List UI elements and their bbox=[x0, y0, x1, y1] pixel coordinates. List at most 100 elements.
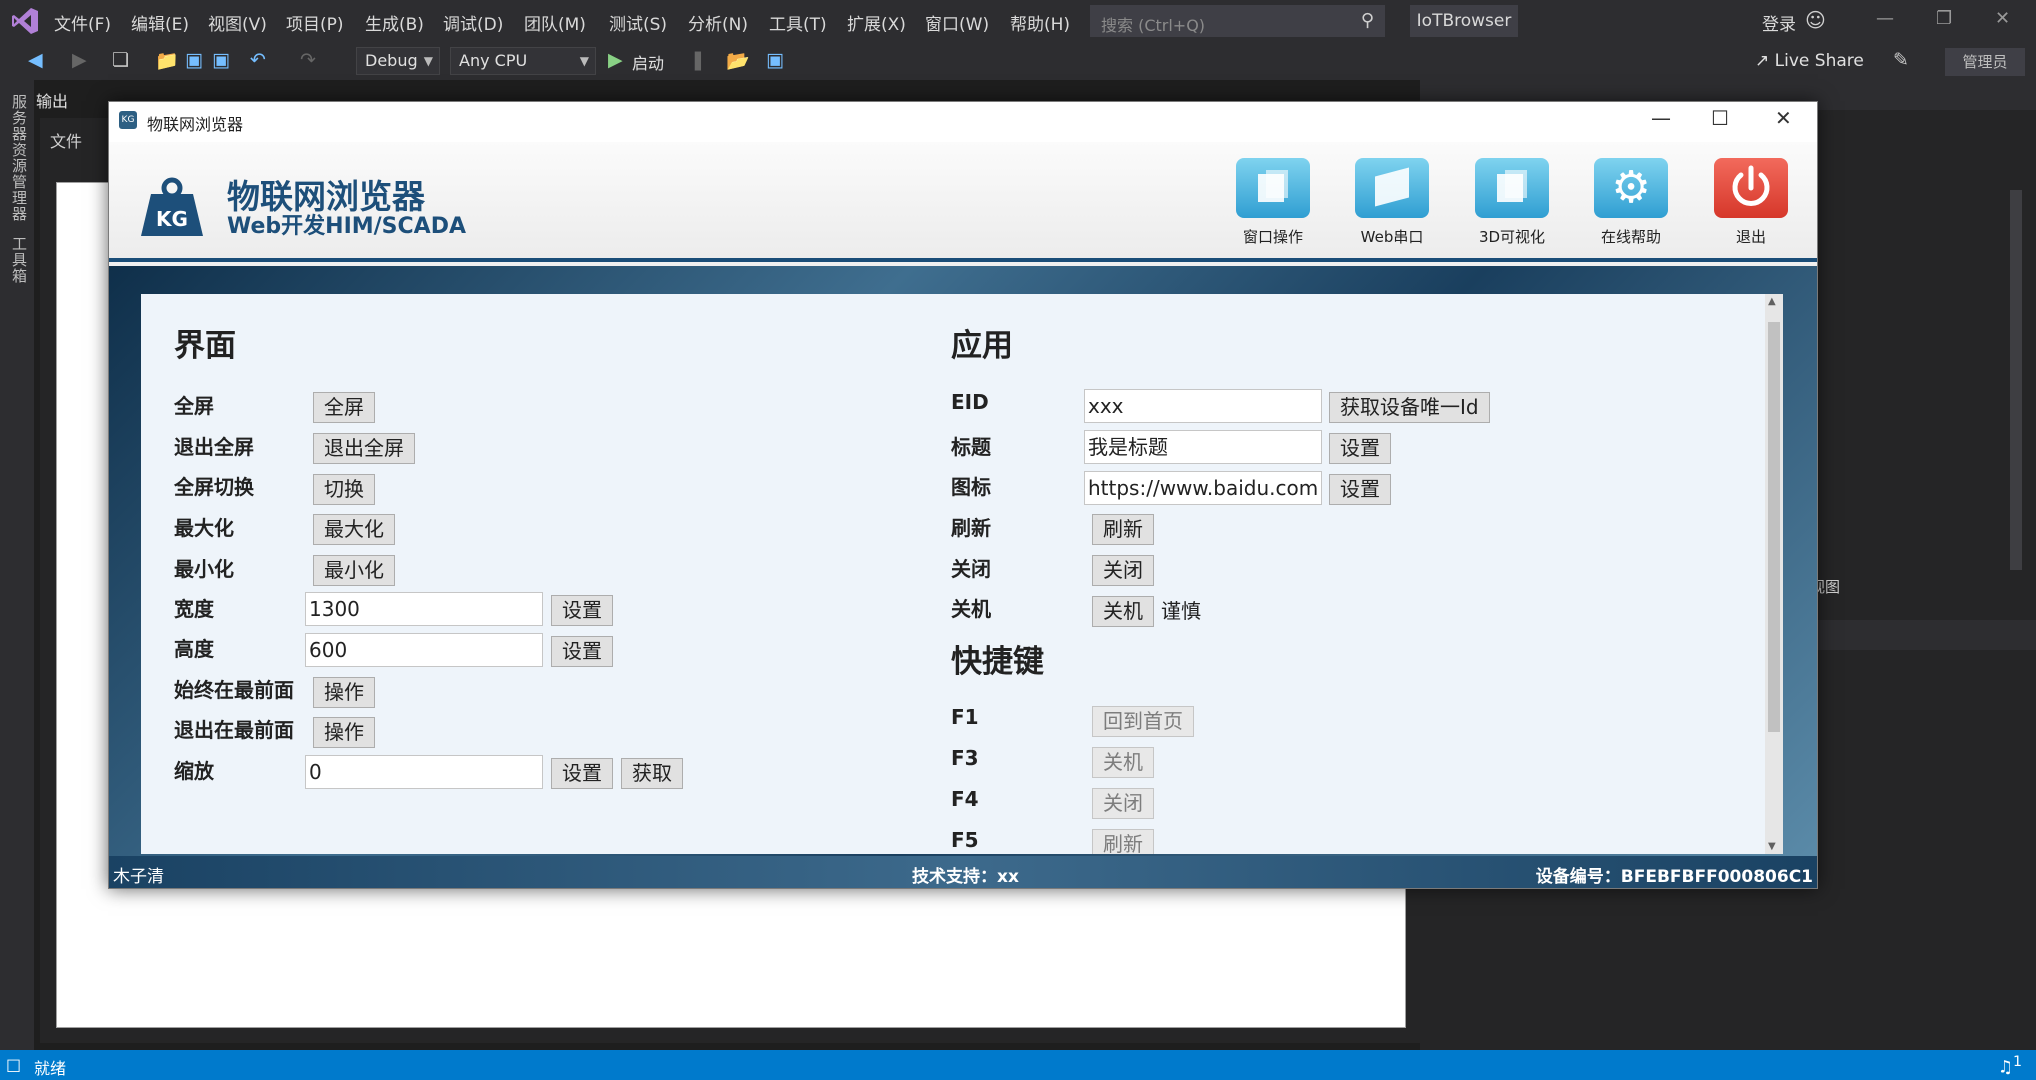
minimize-icon[interactable]: — bbox=[1876, 8, 1894, 29]
shortcut-refresh-button[interactable]: 刷新 bbox=[1092, 829, 1154, 854]
server-explorer-tab[interactable]: 服务器资源管理器 bbox=[9, 94, 30, 222]
content-scrollbar[interactable]: ▲ ▼ bbox=[1765, 294, 1783, 854]
shortcut-shutdown-button[interactable]: 关机 bbox=[1092, 747, 1154, 778]
exit-fullscreen-button[interactable]: 退出全屏 bbox=[313, 433, 415, 464]
scroll-up-icon[interactable]: ▲ bbox=[1768, 296, 1776, 307]
toggle-fullscreen-button[interactable]: 切换 bbox=[313, 474, 375, 505]
screenshot-icon[interactable]: ▣ bbox=[766, 49, 784, 71]
visual-studio-logo-icon[interactable] bbox=[10, 6, 40, 36]
serial-port-icon bbox=[1355, 158, 1429, 218]
person-icon[interactable]: ☺ bbox=[1805, 8, 1826, 32]
browse-folder-icon[interactable]: 📂 bbox=[726, 49, 750, 72]
zoom-get-button[interactable]: 获取 bbox=[621, 758, 683, 789]
3d-visual-icon bbox=[1475, 158, 1549, 218]
configuration-dropdown[interactable]: Debug ▼ bbox=[356, 47, 440, 75]
step-icon[interactable]: ❚ bbox=[690, 49, 706, 71]
title-set-button[interactable]: 设置 bbox=[1329, 433, 1391, 464]
iot-browser-window: KG 物联网浏览器 — ☐ ✕ KG 物联网浏览器 Web开发HIM/SCADA… bbox=[108, 101, 1818, 889]
refresh-button[interactable]: 刷新 bbox=[1092, 514, 1154, 545]
open-folder-icon[interactable]: 📁 bbox=[155, 49, 179, 72]
shutdown-caution-note: 谨慎 bbox=[1161, 599, 1201, 623]
output-tab[interactable]: 输出 bbox=[36, 88, 68, 112]
chevron-down-icon: ▼ bbox=[423, 54, 433, 68]
menu-view[interactable]: 视图(V) bbox=[208, 10, 267, 35]
online-help-label: 在线帮助 bbox=[1600, 228, 1661, 246]
minimize-button[interactable]: 最小化 bbox=[313, 555, 395, 586]
close-icon[interactable]: ✕ bbox=[1995, 8, 2010, 29]
window-ops-button[interactable]: 窗口操作 bbox=[1233, 158, 1313, 247]
menu-analyze[interactable]: 分析(N) bbox=[688, 10, 748, 35]
new-item-icon[interactable]: ❏ bbox=[112, 49, 129, 71]
share-icon: ↗ bbox=[1755, 51, 1775, 71]
menu-tools[interactable]: 工具(T) bbox=[769, 10, 827, 35]
width-set-button[interactable]: 设置 bbox=[551, 595, 613, 626]
3d-visual-button[interactable]: 3D可视化 bbox=[1472, 158, 1552, 247]
file-tab[interactable]: 文件 bbox=[50, 128, 82, 152]
exit-topmost-button[interactable]: 操作 bbox=[313, 717, 375, 748]
footer-device-id: 设备编号：BFEBFBFF000806C1 bbox=[1535, 867, 1813, 887]
icon-url-input[interactable]: https://www.baidu.com bbox=[1084, 471, 1322, 505]
shortcut-close-button[interactable]: 关闭 bbox=[1092, 788, 1154, 819]
start-icon[interactable]: ▶ bbox=[608, 49, 623, 71]
window-title: 物联网浏览器 bbox=[147, 115, 244, 134]
3d-visual-label: 3D可视化 bbox=[1478, 228, 1546, 246]
menu-build[interactable]: 生成(B) bbox=[365, 10, 424, 35]
scroll-down-icon[interactable]: ▼ bbox=[1768, 841, 1776, 852]
menu-test[interactable]: 测试(S) bbox=[609, 10, 667, 35]
save-icon[interactable]: ▣ bbox=[185, 49, 203, 71]
menu-team[interactable]: 团队(M) bbox=[524, 10, 586, 35]
forward-icon[interactable]: ▶ bbox=[72, 49, 87, 71]
web-serial-button[interactable]: Web串口 bbox=[1352, 158, 1432, 247]
menu-help[interactable]: 帮助(H) bbox=[1010, 10, 1070, 35]
save-all-icon[interactable]: ▣ bbox=[212, 49, 230, 71]
topmost-button[interactable]: 操作 bbox=[313, 677, 375, 708]
start-button[interactable]: 启动 bbox=[632, 50, 664, 74]
maximize-button[interactable]: 最大化 bbox=[313, 514, 395, 545]
platform-dropdown[interactable]: Any CPU ▼ bbox=[450, 47, 596, 75]
app-icon: KG bbox=[119, 111, 137, 129]
login-link[interactable]: 登录 bbox=[1762, 10, 1796, 35]
toolbox-tab[interactable]: 工具箱 bbox=[9, 236, 30, 284]
refresh-label: 刷新 bbox=[951, 516, 991, 540]
get-device-id-button[interactable]: 获取设备唯一Id bbox=[1329, 392, 1490, 423]
menu-project[interactable]: 项目(P) bbox=[286, 10, 344, 35]
close-button[interactable]: 关闭 bbox=[1092, 555, 1154, 586]
right-panel-scrollbar[interactable] bbox=[2010, 190, 2022, 570]
redo-icon[interactable]: ↷ bbox=[300, 49, 316, 71]
shutdown-button[interactable]: 关机 bbox=[1092, 596, 1154, 627]
scrollbar-thumb[interactable] bbox=[1768, 322, 1780, 732]
menu-file[interactable]: 文件(F) bbox=[54, 10, 111, 35]
live-share-button[interactable]: ↗ Live Share bbox=[1755, 51, 1864, 71]
eid-input[interactable]: xxx bbox=[1084, 389, 1322, 423]
menu-debug[interactable]: 调试(D) bbox=[443, 10, 503, 35]
width-label: 宽度 bbox=[174, 597, 214, 621]
height-set-button[interactable]: 设置 bbox=[551, 636, 613, 667]
icon-set-button[interactable]: 设置 bbox=[1329, 474, 1391, 505]
footer-author: 木子清 bbox=[113, 867, 164, 887]
online-help-button[interactable]: ⚙ 在线帮助 bbox=[1591, 158, 1671, 247]
back-icon[interactable]: ◀ bbox=[28, 49, 43, 71]
minimize-icon[interactable]: — bbox=[1651, 106, 1671, 130]
title-input[interactable]: 我是标题 bbox=[1084, 430, 1322, 464]
fullscreen-button[interactable]: 全屏 bbox=[313, 392, 375, 423]
feedback-icon[interactable]: ✎ bbox=[1893, 49, 1909, 71]
width-input[interactable]: 1300 bbox=[305, 592, 543, 626]
shortcut-home-button[interactable]: 回到首页 bbox=[1092, 706, 1194, 737]
restore-icon[interactable]: ❐ bbox=[1936, 8, 1952, 29]
zoom-input[interactable]: 0 bbox=[305, 755, 543, 789]
platform-value: Any CPU bbox=[459, 51, 528, 70]
height-input[interactable]: 600 bbox=[305, 633, 543, 667]
footer-support: 技术支持：xx bbox=[912, 867, 1019, 887]
close-icon[interactable]: ✕ bbox=[1775, 106, 1792, 130]
vs-search-box[interactable]: 搜索 (Ctrl+Q) ⚲ bbox=[1090, 5, 1385, 37]
maximize-icon[interactable]: ☐ bbox=[1711, 106, 1729, 130]
exit-button[interactable]: 退出 bbox=[1711, 158, 1791, 247]
menu-window[interactable]: 窗口(W) bbox=[925, 10, 989, 35]
menu-extensions[interactable]: 扩展(X) bbox=[847, 10, 906, 35]
undo-icon[interactable]: ↶ bbox=[250, 49, 266, 71]
app-section-title: 应用 bbox=[951, 328, 1013, 364]
zoom-set-button[interactable]: 设置 bbox=[551, 758, 613, 789]
menu-edit[interactable]: 编辑(E) bbox=[131, 10, 189, 35]
maximize-label: 最大化 bbox=[174, 516, 234, 540]
notification-bell-icon[interactable]: ♫1 bbox=[1998, 1054, 2022, 1078]
